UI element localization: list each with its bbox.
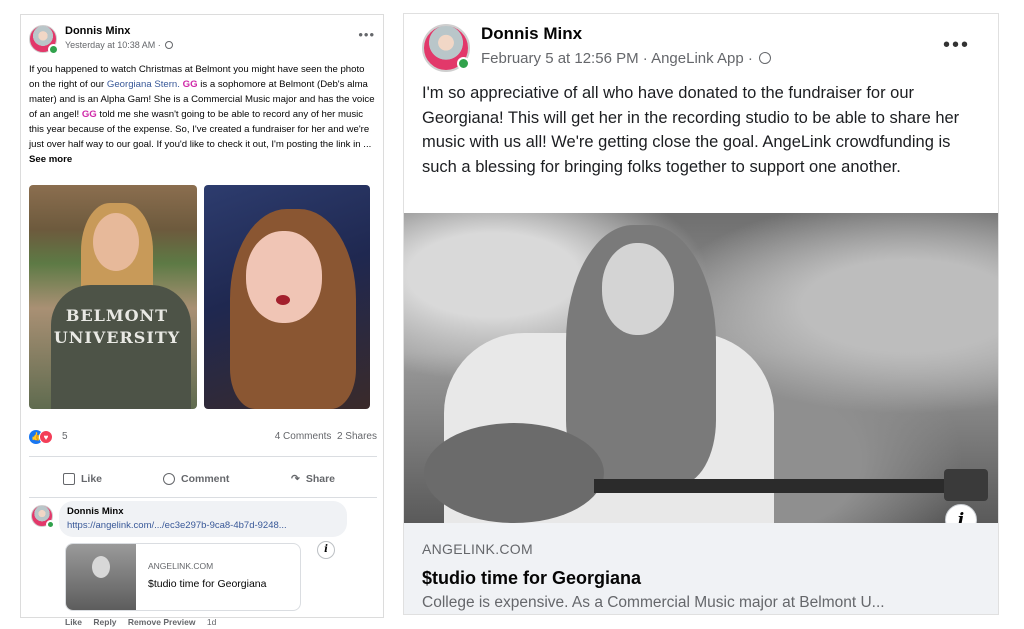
share-arrow-icon: ↷ — [291, 473, 300, 485]
mention-link[interactable]: Georgiana Stern. — [107, 79, 180, 90]
post-timestamp[interactable]: Yesterday at 10:38 AM · — [65, 40, 174, 50]
right-post-card: Donnis Minx February 5 at 12:56 PM · Ang… — [403, 13, 999, 615]
post-timestamp[interactable]: February 5 at 12:56 PM · AngeLink App · — [481, 50, 753, 67]
comment-actions: Like Reply Remove Preview 1d — [65, 617, 225, 627]
post-actions: Like Comment ↷ Share — [29, 469, 377, 493]
share-button[interactable]: ↷ Share — [291, 473, 335, 485]
author-name[interactable]: Donnis Minx — [481, 24, 582, 44]
hashtag-gg: GG — [81, 109, 97, 120]
photo-guitar — [424, 423, 604, 523]
thumbs-up-icon — [63, 473, 75, 485]
link-preview-card[interactable]: ANGELINK.COM $tudio time for Georgiana — [65, 543, 301, 611]
globe-icon — [759, 52, 771, 64]
online-status-icon — [46, 520, 55, 529]
photo-mouth — [276, 295, 290, 305]
photo-singing[interactable] — [204, 185, 370, 409]
comments-count[interactable]: 4 Comments — [275, 431, 332, 442]
divider — [29, 456, 377, 457]
photo-face — [92, 556, 110, 578]
share-label: Share — [305, 473, 335, 485]
link-preview-footer[interactable]: ANGELINK.COM $tudio time for Georgiana C… — [404, 523, 998, 614]
comment-bubble: Donnis Minx https://angelink.com/.../ec3… — [59, 501, 347, 537]
info-icon[interactable]: i — [317, 541, 335, 559]
photo-belmont-sweater[interactable]: BELMONT UNIVERSITY — [29, 185, 197, 409]
comment-author[interactable]: Donnis Minx — [67, 506, 339, 517]
post-body: I'm so appreciative of all who have dona… — [422, 84, 960, 176]
link-preview-image[interactable] — [404, 213, 998, 523]
timestamp-text: Yesterday at 10:38 AM — [65, 40, 156, 50]
comment-item: Donnis Minx https://angelink.com/.../ec3… — [29, 501, 377, 627]
comment-time[interactable]: 1d — [207, 617, 216, 627]
link-domain: ANGELINK.COM — [422, 541, 533, 557]
online-status-icon — [457, 57, 470, 70]
photo-guitar-neck — [594, 479, 954, 493]
left-post-card: Donnis Minx Yesterday at 10:38 AM · ••• … — [20, 14, 384, 627]
preview-thumbnail — [66, 544, 136, 610]
engagement-counts: 4 Comments 2 Shares — [275, 431, 377, 442]
globe-icon — [165, 41, 174, 49]
comment-button[interactable]: Comment — [163, 473, 229, 485]
love-reaction-icon[interactable]: ♥ — [39, 430, 53, 444]
more-options-icon[interactable]: ••• — [943, 34, 970, 57]
comment-like-link[interactable]: Like — [65, 617, 82, 627]
shares-count[interactable]: 2 Shares — [337, 431, 377, 442]
comment-reply-link[interactable]: Reply — [93, 617, 116, 627]
photo-face — [246, 231, 322, 323]
post-header: Donnis Minx Yesterday at 10:38 AM · ••• — [29, 23, 377, 57]
see-more-link[interactable]: See more — [29, 154, 72, 165]
comment-label: Comment — [181, 473, 230, 485]
like-label: Like — [81, 473, 103, 485]
post-meta: February 5 at 12:56 PM · AngeLink App · — [481, 50, 771, 67]
comment-url-link[interactable]: https://angelink.com/.../ec3e297b-9ca8-4… — [67, 520, 339, 531]
avatar[interactable] — [422, 24, 470, 72]
author-name[interactable]: Donnis Minx — [65, 25, 130, 37]
photo-face — [602, 243, 674, 335]
comment-icon — [163, 473, 175, 485]
preview-title: $tudio time for Georgiana — [148, 578, 267, 590]
avatar[interactable] — [31, 505, 55, 529]
sweater-lettering: BELMONT UNIVERSITY — [53, 306, 181, 347]
preview-domain: ANGELINK.COM — [148, 561, 214, 571]
photo-guitar-head — [944, 469, 988, 501]
remove-preview-link[interactable]: Remove Preview — [128, 617, 196, 627]
reactions-bar: 👍 ♥ 5 4 Comments 2 Shares — [29, 429, 377, 445]
online-status-icon — [48, 44, 59, 55]
avatar[interactable] — [29, 25, 59, 55]
photo-face — [93, 213, 139, 271]
post-body: If you happened to watch Christmas at Be… — [29, 62, 377, 167]
photo-grid: BELMONT UNIVERSITY — [29, 185, 377, 409]
link-title: $tudio time for Georgiana — [422, 568, 642, 588]
hashtag-gg: GG — [182, 79, 198, 90]
like-button[interactable]: Like — [63, 473, 102, 485]
link-description: College is expensive. As a Commercial Mu… — [422, 594, 885, 611]
more-options-icon[interactable]: ••• — [358, 27, 375, 42]
divider — [29, 497, 377, 498]
reaction-count[interactable]: 5 — [62, 431, 68, 442]
